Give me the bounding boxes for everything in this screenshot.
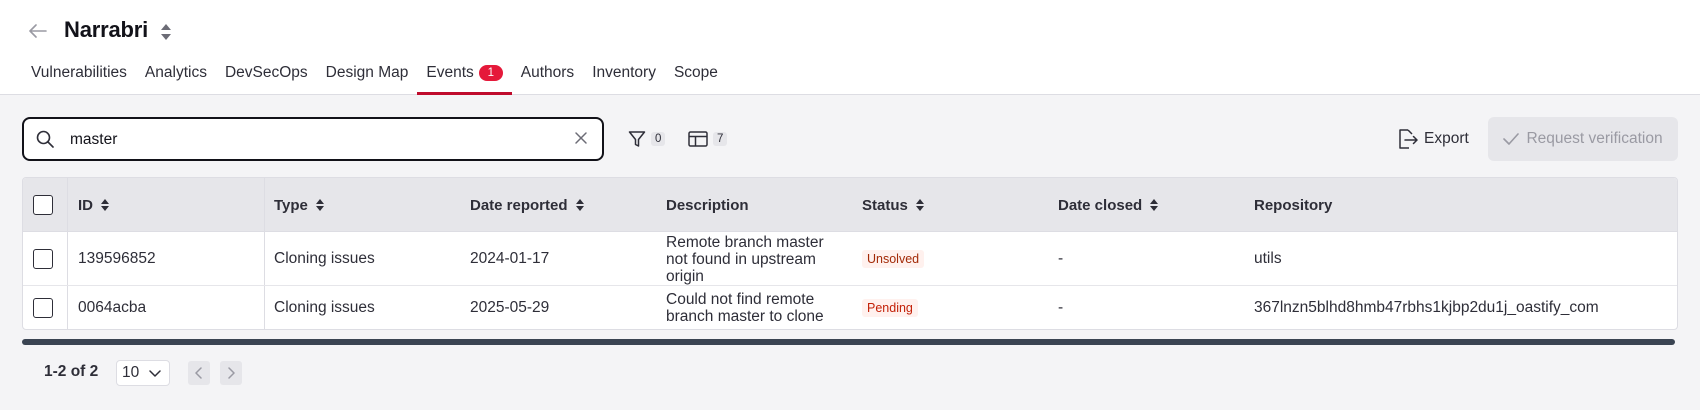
cell-description: Could not find remote branch master to c… bbox=[666, 290, 824, 325]
sort-icon bbox=[1150, 199, 1159, 211]
row-select-cell bbox=[33, 232, 53, 286]
cell-date-closed: - bbox=[1058, 250, 1064, 267]
column-header-status[interactable]: Status bbox=[862, 178, 924, 232]
page-size-select[interactable]: 10 bbox=[116, 360, 170, 386]
check-icon bbox=[1503, 133, 1520, 145]
cell-repository: utils bbox=[1254, 250, 1282, 267]
chevron-left-icon bbox=[195, 367, 202, 379]
pagination-range: 1-2 of 2 bbox=[44, 363, 99, 380]
tab-design-map[interactable]: Design Map bbox=[317, 58, 418, 95]
sort-arrows-icon bbox=[161, 24, 171, 40]
cell-id: 0064acba bbox=[78, 298, 147, 316]
columns-button[interactable]: 7 bbox=[688, 128, 728, 150]
select-all-cell bbox=[33, 178, 53, 232]
previous-page-button[interactable] bbox=[188, 361, 210, 385]
tab-devsecops[interactable]: DevSecOps bbox=[216, 58, 317, 95]
events-count-badge: 1 bbox=[478, 65, 503, 81]
export-icon bbox=[1399, 129, 1418, 149]
columns-count: 7 bbox=[713, 132, 728, 146]
tab-scope[interactable]: Scope bbox=[665, 58, 727, 95]
tab-inventory[interactable]: Inventory bbox=[583, 58, 665, 95]
search-icon bbox=[36, 130, 54, 148]
table-row[interactable]: 0064acba Cloning issues 2025-05-29 Could… bbox=[23, 286, 1677, 329]
request-verification-label: Request verification bbox=[1526, 130, 1663, 147]
sort-icon bbox=[575, 199, 584, 211]
tab-analytics[interactable]: Analytics bbox=[136, 58, 216, 95]
search-input[interactable] bbox=[70, 129, 550, 151]
chevron-right-icon bbox=[228, 367, 235, 379]
group-switcher-button[interactable] bbox=[158, 22, 174, 42]
row-checkbox[interactable] bbox=[33, 249, 53, 269]
page-size-value: 10 bbox=[122, 364, 140, 381]
cell-type: Cloning issues bbox=[274, 298, 375, 316]
back-button[interactable] bbox=[27, 20, 49, 42]
cell-status: Pending bbox=[862, 286, 918, 329]
search-box bbox=[22, 117, 604, 161]
export-label: Export bbox=[1424, 130, 1469, 147]
sort-icon bbox=[915, 199, 924, 211]
filter-icon bbox=[628, 131, 646, 147]
sort-icon bbox=[101, 199, 109, 211]
select-all-checkbox[interactable] bbox=[33, 195, 53, 215]
cell-date-reported: 2024-01-17 bbox=[470, 250, 550, 267]
column-header-type[interactable]: Type bbox=[274, 178, 324, 232]
request-verification-button[interactable]: Request verification bbox=[1488, 117, 1678, 161]
table-row[interactable]: 139596852 Cloning issues 2024-01-17 Remo… bbox=[23, 232, 1677, 286]
tab-vulnerabilities[interactable]: Vulnerabilities bbox=[22, 58, 136, 95]
column-divider bbox=[67, 178, 68, 231]
events-table: ID Type Date reported Description Status… bbox=[22, 177, 1678, 330]
column-header-description[interactable]: Description bbox=[666, 178, 749, 232]
column-header-date-reported[interactable]: Date reported bbox=[470, 178, 584, 232]
export-button[interactable]: Export bbox=[1396, 126, 1469, 152]
sort-icon bbox=[315, 199, 324, 211]
horizontal-scrollbar[interactable] bbox=[22, 339, 1675, 345]
column-header-repository[interactable]: Repository bbox=[1254, 178, 1332, 232]
next-page-button[interactable] bbox=[220, 361, 242, 385]
column-divider bbox=[67, 232, 68, 285]
cell-repository: 367lnzn5blhd8hmb47rbhs1kjbp2du1j_oastify… bbox=[1254, 298, 1599, 316]
filter-count: 0 bbox=[651, 132, 666, 146]
cell-status: Unsolved bbox=[862, 232, 925, 286]
cell-description: Remote branch master not found in upstre… bbox=[666, 233, 824, 285]
page-header: Narrabri Vulnerabilities Analytics DevSe… bbox=[0, 0, 1700, 95]
cell-id: 139596852 bbox=[78, 250, 156, 267]
chevron-down-icon bbox=[149, 370, 161, 377]
tab-events[interactable]: Events 1 bbox=[417, 58, 512, 95]
row-checkbox[interactable] bbox=[33, 297, 53, 318]
page-title: Narrabri bbox=[64, 17, 148, 42]
column-header-id[interactable]: ID bbox=[78, 178, 109, 232]
cell-date-reported: 2025-05-29 bbox=[470, 298, 550, 316]
row-select-cell bbox=[33, 286, 53, 329]
main-tabs: Vulnerabilities Analytics DevSecOps Desi… bbox=[22, 58, 727, 95]
status-badge: Unsolved bbox=[862, 250, 925, 268]
table-header: ID Type Date reported Description Status… bbox=[23, 178, 1677, 232]
filter-button[interactable]: 0 bbox=[628, 128, 666, 150]
column-divider bbox=[67, 286, 68, 329]
columns-icon bbox=[688, 131, 708, 147]
column-divider bbox=[264, 286, 265, 329]
tab-authors[interactable]: Authors bbox=[512, 58, 583, 95]
clear-icon[interactable] bbox=[574, 131, 588, 145]
column-header-date-closed[interactable]: Date closed bbox=[1058, 178, 1159, 232]
arrow-left-icon bbox=[29, 24, 47, 38]
cell-date-closed: - bbox=[1058, 298, 1064, 316]
cell-type: Cloning issues bbox=[274, 250, 375, 267]
column-divider bbox=[264, 178, 265, 231]
status-badge: Pending bbox=[862, 298, 918, 317]
column-divider bbox=[264, 232, 265, 285]
